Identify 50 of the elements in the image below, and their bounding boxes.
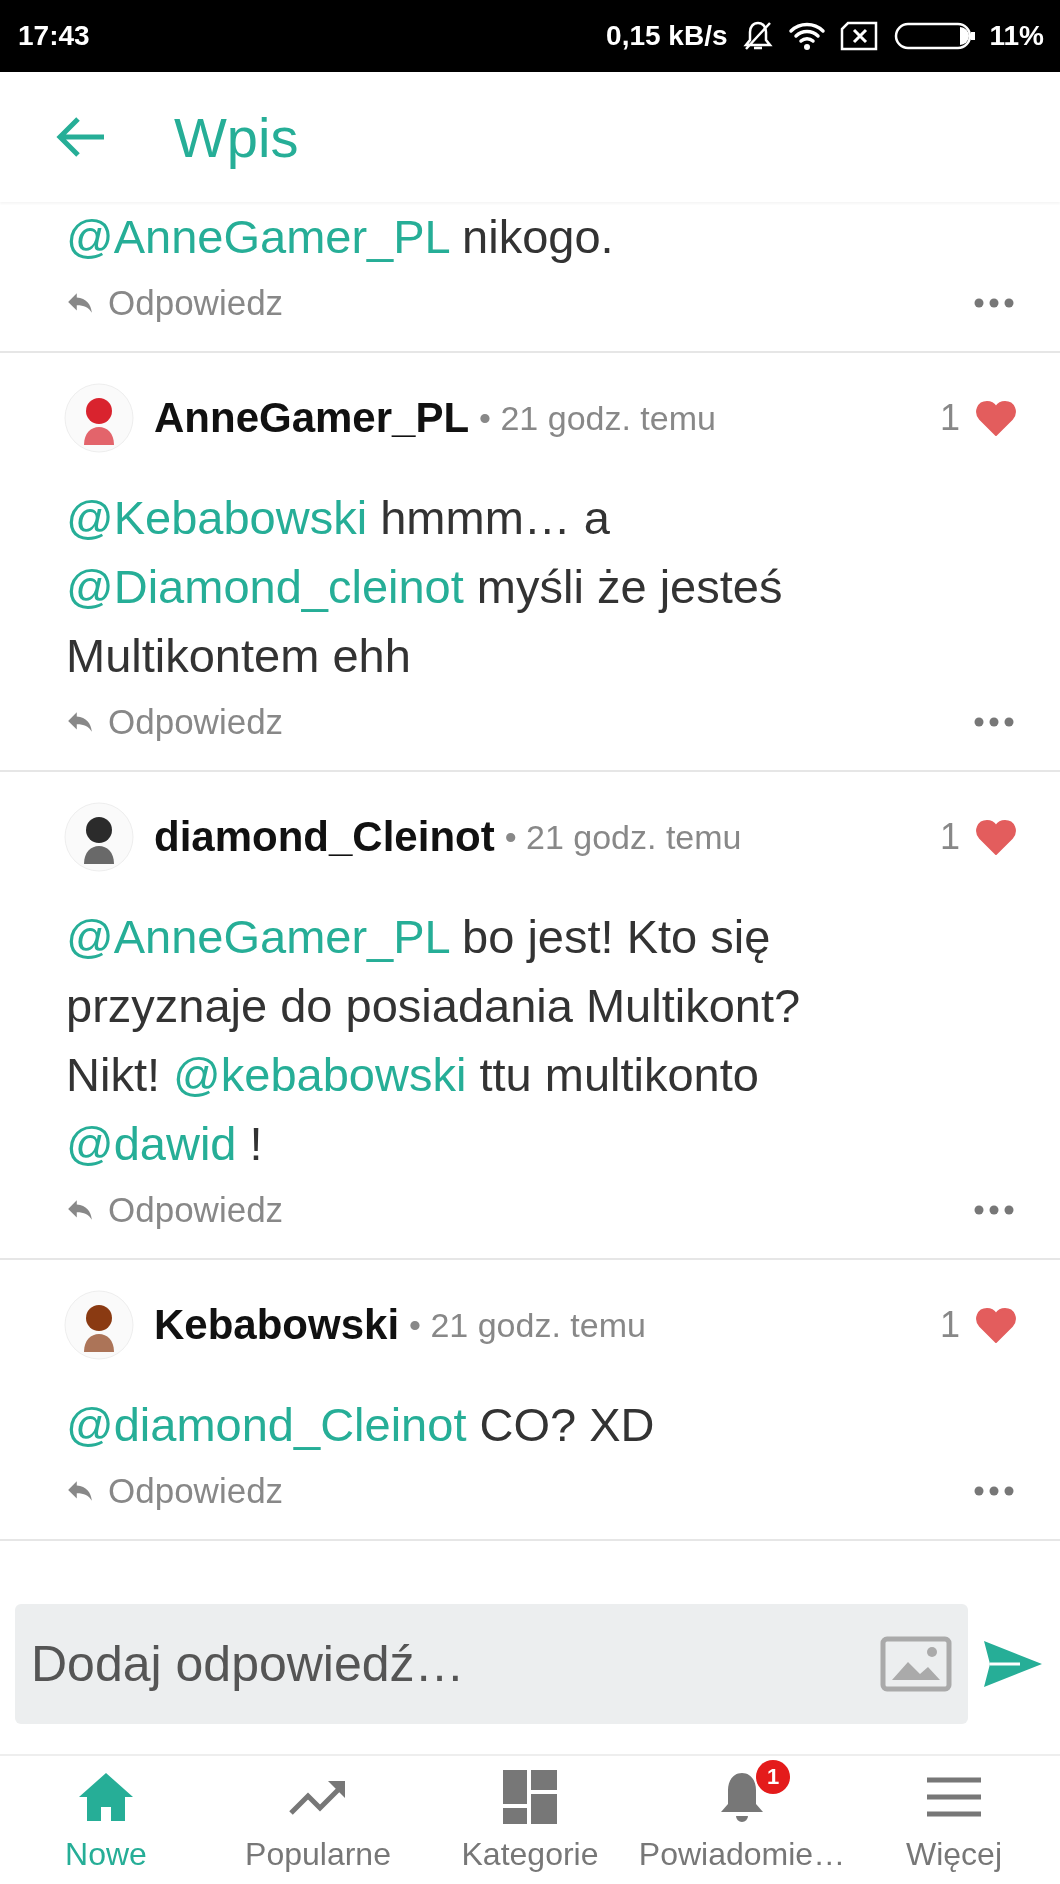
like-count: 1 <box>939 397 960 439</box>
avatar[interactable] <box>64 802 134 872</box>
home-icon <box>77 1770 135 1823</box>
comment-text: @diamond_Cleinot CO? XD <box>66 1397 656 1453</box>
no-sim-icon <box>839 21 880 51</box>
heart-icon[interactable] <box>976 819 1016 855</box>
reply-button[interactable]: Odpowiedz <box>66 1471 284 1511</box>
notification-badge: 1 <box>756 1759 790 1794</box>
more-icon[interactable] <box>974 717 1014 727</box>
status-time: 17:43 <box>18 20 90 52</box>
reply-icon <box>66 1198 94 1222</box>
reply-button[interactable]: Odpowiedz <box>66 702 284 742</box>
nav-tab[interactable]: Nowe <box>0 1756 212 1884</box>
heart-icon[interactable] <box>976 400 1016 436</box>
like-count: 1 <box>939 816 960 858</box>
more-icon[interactable] <box>974 298 1014 308</box>
reply-button[interactable]: Odpowiedz <box>66 283 284 323</box>
network-speed: 0,15 kB/s <box>606 20 728 52</box>
wifi-icon <box>787 21 826 51</box>
reply-box[interactable]: Dodaj odpowiedź… <box>15 1604 968 1724</box>
menu-icon <box>927 1776 981 1817</box>
author-name[interactable]: AnneGamer_PL <box>154 394 470 442</box>
battery-level: 11% <box>989 20 1044 52</box>
nav-tab[interactable]: Popularne <box>212 1756 424 1884</box>
reply-button[interactable]: Odpowiedz <box>66 1190 284 1230</box>
comment-text: @AnneGamer_PL nikogo. <box>66 209 615 265</box>
battery-icon <box>893 22 976 50</box>
back-icon[interactable] <box>56 116 106 158</box>
more-icon[interactable] <box>974 1205 1014 1215</box>
comment-time: • 21 godz. temu <box>409 1305 646 1345</box>
reply-icon <box>66 710 94 734</box>
nav-tab[interactable]: 1 Powiadomie… <box>636 1756 848 1884</box>
reply-icon <box>66 1479 94 1503</box>
more-icon[interactable] <box>974 1486 1014 1496</box>
reply-icon <box>66 291 94 315</box>
comment-text: @AnneGamer_PL bo jest! Kto się przyznaje do posiadania Multikont? Nikt! @kebabowski ttu multikonto @dawid ! <box>66 909 802 1172</box>
reply-field[interactable]: Dodaj odpowiedź… <box>31 1635 880 1693</box>
dashboard-icon <box>503 1769 557 1824</box>
comment-time: • 21 godz. temu <box>504 817 742 857</box>
author-name[interactable]: diamond_Cleinot <box>154 813 495 861</box>
send-icon[interactable] <box>982 1639 1044 1689</box>
author-name[interactable]: Kebabowski <box>154 1301 400 1349</box>
heart-icon[interactable] <box>976 1307 1016 1343</box>
comment-text: @Kebabowski hmmm… a @Diamond_cleinot myśli że jesteś Multikontem ehh <box>66 490 784 684</box>
page-title: Wpis <box>174 104 299 170</box>
nav-tab[interactable]: Więcej <box>848 1756 1060 1884</box>
nav-tab[interactable]: Kategorie <box>424 1756 636 1884</box>
like-count: 1 <box>939 1304 960 1346</box>
comment-time: • 21 godz. temu <box>479 398 716 438</box>
avatar[interactable] <box>64 1290 134 1360</box>
